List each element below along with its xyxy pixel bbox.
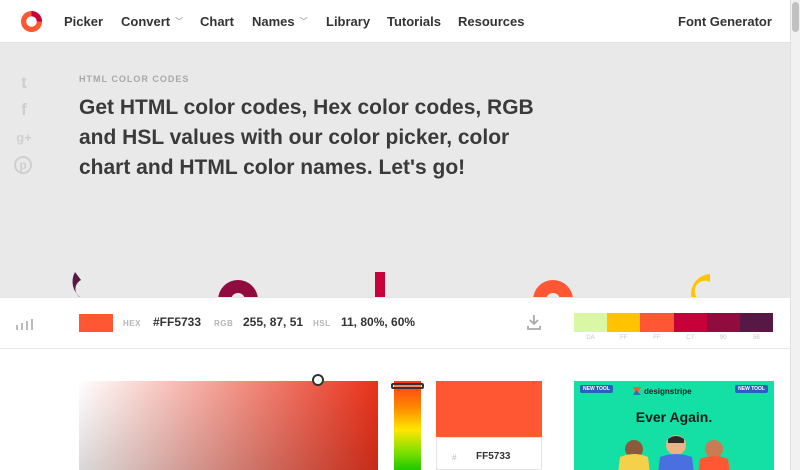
facebook-icon[interactable]: f (14, 100, 34, 120)
bar-chart-icon[interactable] (16, 318, 34, 330)
page-title: Get HTML color codes, Hex color codes, R… (79, 96, 534, 179)
palette-swatch[interactable] (574, 313, 608, 332)
scrollbar-thumb[interactable] (792, 2, 799, 32)
palette-swatch-label: C7 (686, 335, 694, 341)
scrollbar[interactable] (790, 0, 800, 470)
preview-hex-value[interactable]: FF5733 (476, 451, 510, 462)
hue-slider-handle[interactable] (391, 383, 424, 389)
ad-title: Ever Again. (635, 409, 713, 425)
designstripe-logo-icon (633, 387, 641, 395)
decorative-bar (375, 272, 385, 298)
nav-picker[interactable]: Picker (64, 14, 103, 29)
color-preview (436, 381, 542, 437)
download-icon[interactable] (527, 314, 541, 330)
palette-swatch[interactable] (739, 313, 774, 332)
nav-convert[interactable]: Convert ﹀ (121, 14, 183, 29)
logo-icon[interactable] (20, 10, 43, 33)
palette-swatch[interactable] (607, 313, 641, 332)
hsl-value[interactable]: 11, 80%, 60% (341, 315, 415, 329)
palette-swatch-label: FF (653, 335, 661, 341)
ad-tag: NEW TOOL (735, 385, 768, 393)
chevron-down-icon: ﹀ (175, 17, 184, 26)
color-palette (574, 313, 774, 332)
decorative-arc (72, 272, 81, 298)
hsl-label: HSL (313, 319, 331, 328)
palette-swatch-label: FF (620, 335, 628, 341)
palette-swatch-label: 58 (753, 335, 760, 341)
pinterest-icon[interactable]: p (14, 156, 32, 174)
hex-value[interactable]: #FF5733 (153, 315, 201, 329)
twitter-icon[interactable]: t (14, 73, 34, 93)
saturation-picker[interactable] (79, 381, 378, 470)
palette-swatch[interactable] (706, 313, 740, 332)
eyebrow-label: HTML COLOR CODES (79, 74, 190, 84)
hue-slider[interactable] (394, 381, 421, 470)
nav-font-generator[interactable]: Font Generator (678, 14, 772, 29)
palette-labels: DA FF FF C7 90 58 (574, 335, 773, 341)
hex-label: HEX (123, 319, 141, 328)
ad-banner[interactable]: NEW TOOL NEW TOOL designstripe Ever Agai… (574, 381, 774, 470)
decorative-arc (691, 274, 710, 300)
nav-library[interactable]: Library (326, 14, 370, 29)
ad-tag: NEW TOOL (580, 385, 613, 393)
nav-names[interactable]: Names ﹀ (252, 14, 308, 29)
chevron-down-icon: ﹀ (299, 17, 308, 26)
current-color-swatch (79, 314, 113, 332)
rgb-label: RGB (214, 319, 234, 328)
rgb-value[interactable]: 255, 87, 51 (243, 315, 303, 329)
nav-tutorials[interactable]: Tutorials (387, 14, 441, 29)
decorative-ring (218, 280, 258, 300)
color-info-bar: HEX #FF5733 RGB 255, 87, 51 HSL 11, 80%,… (0, 297, 790, 349)
palette-swatch-label: 90 (719, 335, 727, 341)
hash-symbol: # (452, 453, 457, 462)
ad-illustration (618, 435, 730, 470)
ad-brand: designstripe (644, 387, 692, 396)
palette-swatch[interactable] (673, 313, 707, 332)
palette-swatch-label: DA (586, 335, 595, 341)
googleplus-icon[interactable]: g+ (14, 128, 34, 148)
palette-swatch[interactable] (640, 313, 674, 332)
nav-resources[interactable]: Resources (458, 14, 524, 29)
decorative-ring (533, 280, 573, 300)
top-nav: Picker Convert ﹀ Chart Names ﹀ Library Tut… (0, 0, 790, 43)
nav-chart[interactable]: Chart (200, 14, 234, 29)
picker-handle[interactable] (312, 374, 324, 386)
